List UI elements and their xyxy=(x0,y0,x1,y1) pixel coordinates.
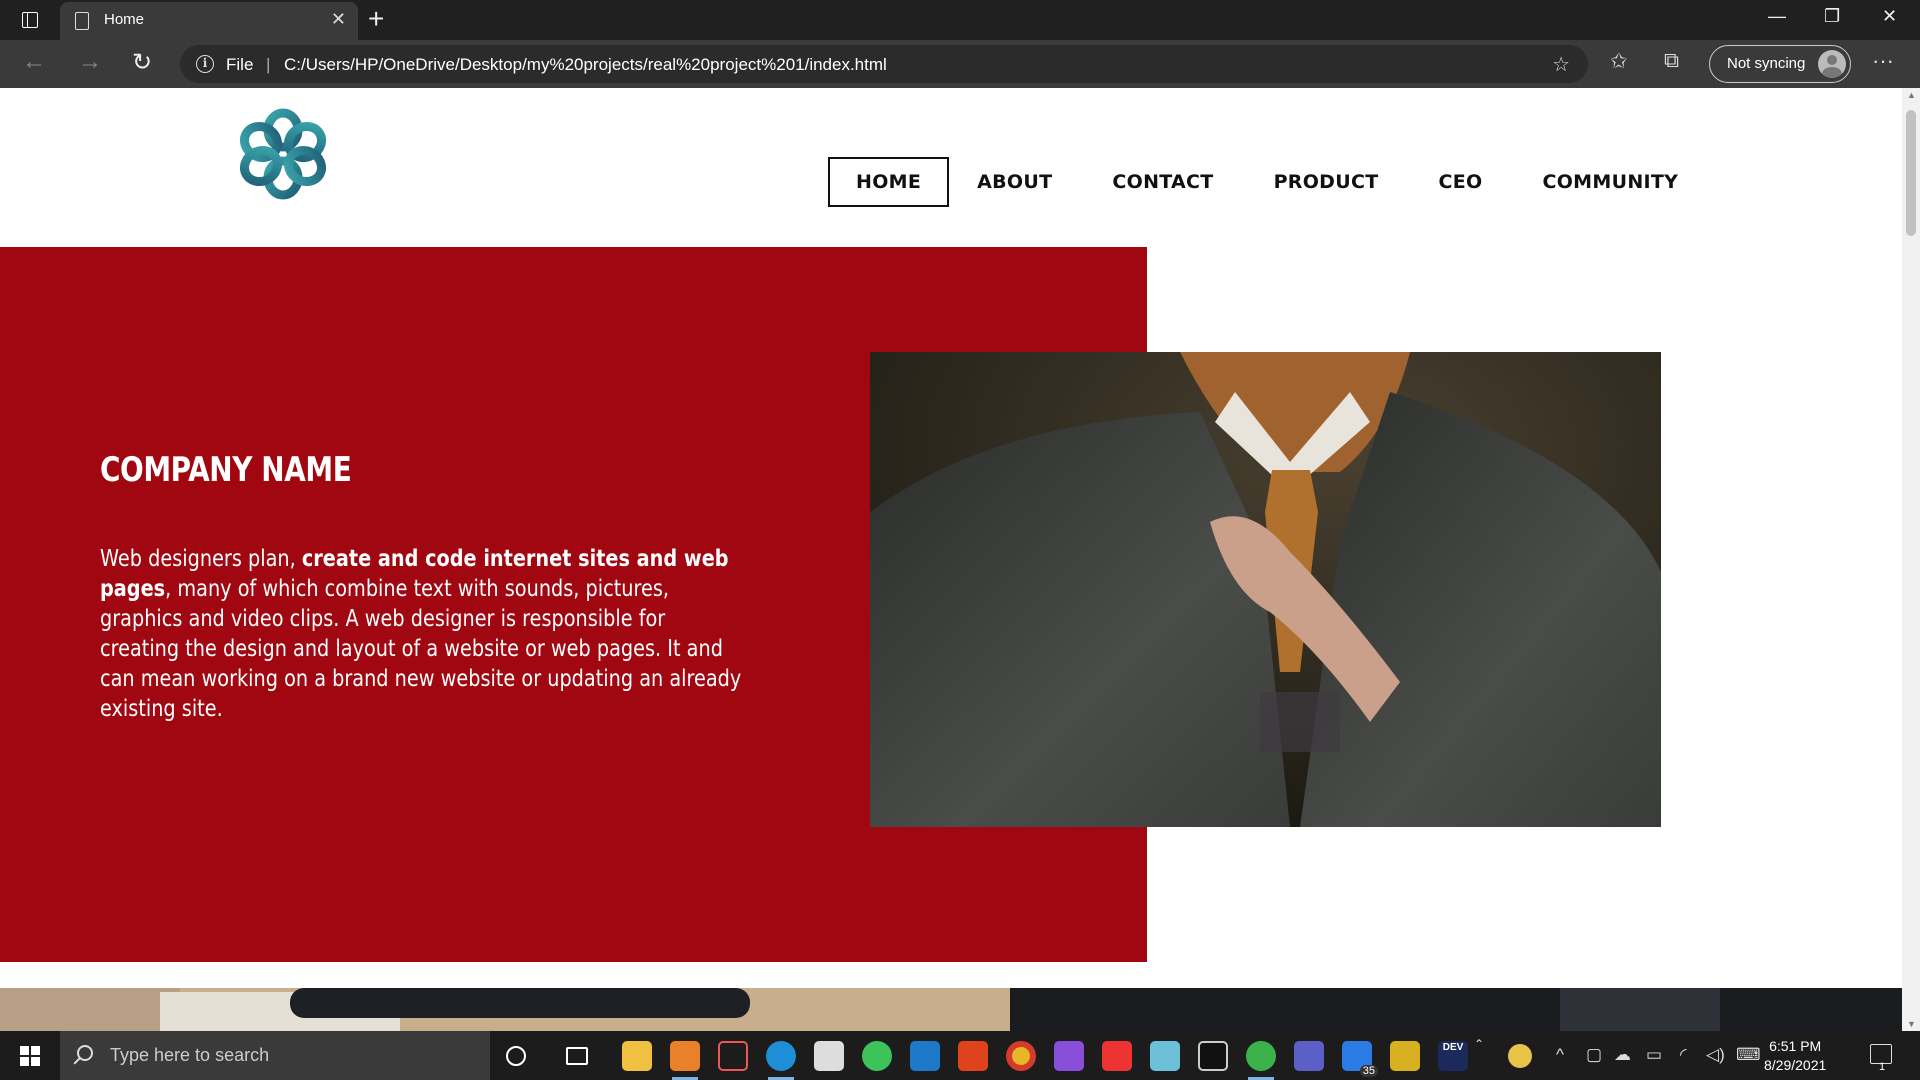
desc-intro: Web designers plan, xyxy=(100,544,302,572)
tab-close-icon[interactable]: ✕ xyxy=(331,9,346,30)
collections-icon[interactable]: ⧉ xyxy=(1664,49,1679,73)
company-name-heading: COMPANY NAME xyxy=(100,450,352,490)
desc-rest: , many of which combine text with sounds… xyxy=(100,574,742,722)
restore-button[interactable]: ❐ xyxy=(1824,6,1840,27)
main-nav: HOME ABOUT CONTACT PRODUCT CEO COMMUNITY xyxy=(828,157,1688,207)
tab-title: Home xyxy=(104,11,145,28)
page-scrollbar[interactable]: ▲ ▼ xyxy=(1902,88,1920,1031)
avatar xyxy=(1818,50,1846,78)
address-scheme-label: File xyxy=(226,55,254,74)
browser-tab-home[interactable]: Home ✕ xyxy=(60,2,358,40)
weather-icon[interactable] xyxy=(1508,1044,1532,1068)
app-with-badge-icon[interactable]: 35 xyxy=(1342,1041,1378,1077)
forward-button[interactable]: → xyxy=(78,48,102,76)
close-window-button[interactable]: ✕ xyxy=(1882,6,1897,27)
new-tab-button[interactable]: + xyxy=(368,3,384,35)
sublime-text-icon[interactable] xyxy=(670,1041,700,1080)
address-url[interactable]: C:/Users/HP/OneDrive/Desktop/my%20projec… xyxy=(284,55,887,75)
scroll-up-icon[interactable]: ▲ xyxy=(1907,90,1916,100)
cortana-icon[interactable] xyxy=(506,1046,526,1066)
add-favorite-icon[interactable]: ☆ xyxy=(1552,52,1570,77)
whatsapp-icon[interactable] xyxy=(862,1041,892,1071)
windows-taskbar: Type here to search 35 DEV ⌃ ^ ▢ ☁ ▭ ◜ ◁… xyxy=(0,1031,1920,1080)
start-button[interactable] xyxy=(20,1046,40,1066)
wifi-icon[interactable]: ◜ xyxy=(1680,1045,1687,1065)
nav-contact[interactable]: CONTACT xyxy=(1102,157,1223,207)
office-icon[interactable] xyxy=(958,1041,988,1071)
clock-time: 6:51 PM xyxy=(1769,1038,1822,1054)
browser-tab-bar: Home ✕ + — ❐ ✕ xyxy=(0,0,1920,40)
address-separator: | xyxy=(266,55,271,74)
file-explorer-icon[interactable] xyxy=(622,1041,652,1071)
utorrent-icon[interactable] xyxy=(1246,1041,1276,1080)
site-info-icon[interactable]: i xyxy=(196,55,214,73)
show-hidden-icons[interactable]: ^ xyxy=(1556,1045,1564,1065)
hero-businessman-photo xyxy=(870,352,1661,827)
page-icon xyxy=(75,12,89,30)
nav-community[interactable]: COMMUNITY xyxy=(1532,157,1688,207)
taskbar-clock[interactable]: 6:51 PM 8/29/2021 xyxy=(1764,1037,1826,1075)
battery-icon[interactable]: ▭ xyxy=(1646,1045,1662,1065)
hero-description: Web designers plan, create and code inte… xyxy=(100,543,748,723)
device-icon[interactable]: ▢ xyxy=(1586,1045,1602,1065)
app-badge-count: 35 xyxy=(1359,1065,1378,1077)
profile-sync-button[interactable]: Not syncing xyxy=(1709,45,1851,83)
refresh-button[interactable]: ↻ xyxy=(132,48,152,77)
scroll-down-icon[interactable]: ▼ xyxy=(1907,1019,1916,1029)
company-logo[interactable] xyxy=(234,102,332,206)
next-section-photo xyxy=(0,988,1902,1031)
nav-about[interactable]: ABOUT xyxy=(967,157,1062,207)
page-viewport: HOME ABOUT CONTACT PRODUCT CEO COMMUNITY… xyxy=(0,88,1902,1031)
dev-app-label: DEV xyxy=(1442,1042,1464,1053)
cloud-icon[interactable]: ☁ xyxy=(1614,1045,1631,1065)
store-icon[interactable] xyxy=(814,1041,844,1071)
taskbar-scroll-up-icon[interactable]: ⌃ xyxy=(1474,1037,1484,1051)
address-bar[interactable]: i File | C:/Users/HP/OneDrive/Desktop/my… xyxy=(180,45,1588,83)
visual-studio-icon[interactable] xyxy=(1054,1041,1084,1071)
terminal-icon[interactable] xyxy=(1198,1041,1228,1071)
nav-ceo[interactable]: CEO xyxy=(1429,157,1493,207)
notification-count: 1 xyxy=(1879,1061,1886,1073)
mail-icon[interactable] xyxy=(910,1041,940,1071)
teams-icon[interactable] xyxy=(1294,1041,1324,1071)
favorites-icon[interactable]: ✩ xyxy=(1610,49,1628,74)
back-button[interactable]: ← xyxy=(22,48,46,76)
taskbar-search[interactable]: Type here to search xyxy=(60,1031,490,1080)
scroll-thumb[interactable] xyxy=(1906,110,1916,236)
dev-app-icon[interactable]: DEV xyxy=(1438,1041,1468,1071)
minimize-button[interactable]: — xyxy=(1768,6,1786,27)
anydesk-icon[interactable] xyxy=(1102,1041,1132,1071)
volume-icon[interactable]: ◁) xyxy=(1706,1045,1725,1065)
nav-product[interactable]: PRODUCT xyxy=(1264,157,1389,207)
edge-browser-icon[interactable] xyxy=(766,1041,796,1080)
search-placeholder: Type here to search xyxy=(110,1045,270,1065)
chrome-icon[interactable] xyxy=(1006,1041,1036,1071)
clock-date: 8/29/2021 xyxy=(1764,1057,1827,1073)
desk-laptop-image xyxy=(0,988,1902,1031)
sync-status-label: Not syncing xyxy=(1727,55,1806,72)
more-menu-icon[interactable]: ··· xyxy=(1872,48,1894,74)
nav-home[interactable]: HOME xyxy=(828,157,950,207)
yellow-app-icon[interactable] xyxy=(1390,1041,1420,1071)
sticky-app-icon[interactable] xyxy=(1150,1041,1180,1071)
browser-toolbar: ← → ↻ i File | C:/Users/HP/OneDrive/Desk… xyxy=(0,40,1920,88)
snip-sketch-icon[interactable] xyxy=(718,1041,748,1071)
keyboard-icon[interactable]: ⌨ xyxy=(1736,1045,1761,1065)
search-icon xyxy=(77,1045,93,1061)
tab-actions-icon[interactable] xyxy=(22,12,38,28)
task-view-icon[interactable] xyxy=(566,1047,588,1065)
